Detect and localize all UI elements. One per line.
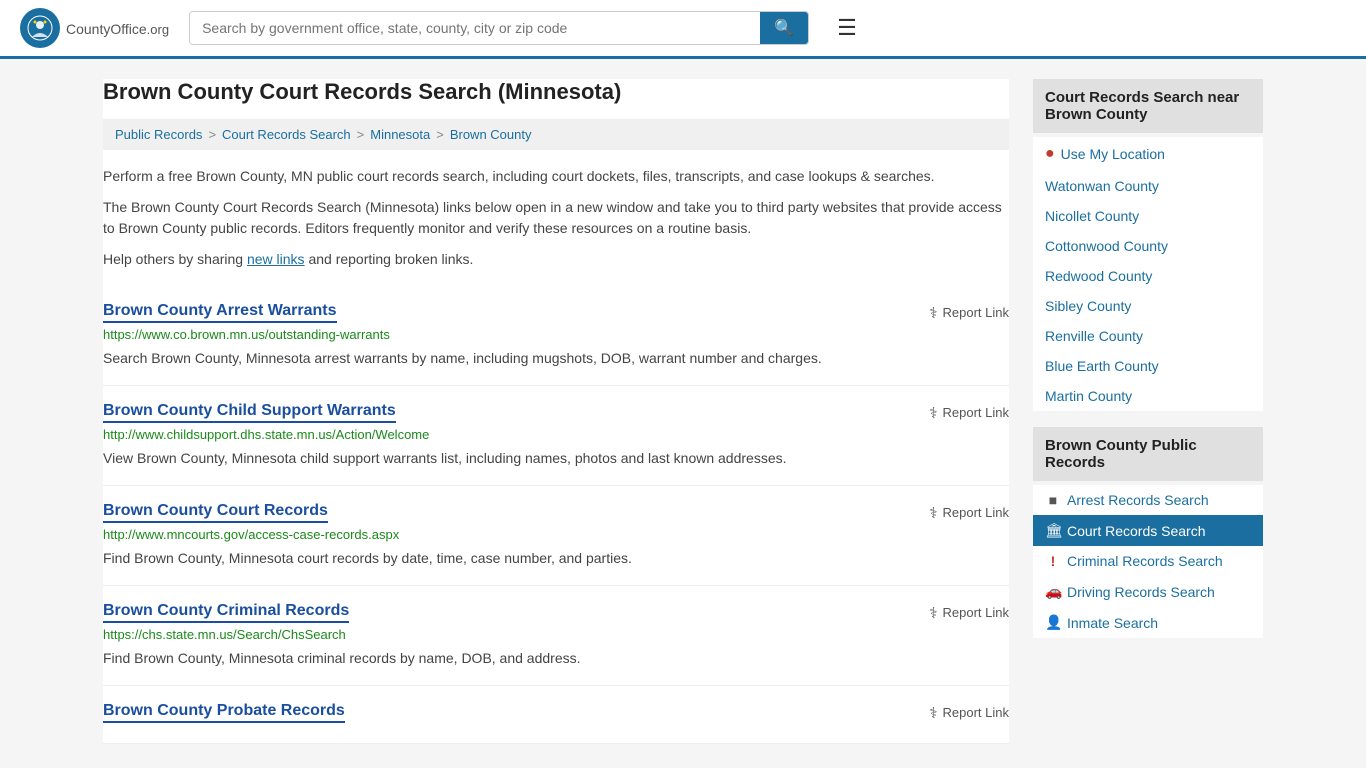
inmate-search-link[interactable]: Inmate Search: [1067, 615, 1158, 631]
sidebar-item-renville[interactable]: Renville County: [1033, 321, 1263, 351]
logo-icon: [20, 8, 60, 48]
page-title: Brown County Court Records Search (Minne…: [103, 79, 1009, 105]
report-link-label: Report Link: [943, 605, 1009, 620]
breadcrumb-brown-county[interactable]: Brown County: [450, 127, 532, 142]
result-title[interactable]: Brown County Arrest Warrants: [103, 302, 337, 323]
hamburger-icon: ☰: [837, 15, 857, 40]
nearby-section: Court Records Search near Brown County ●…: [1033, 79, 1263, 411]
logo[interactable]: CountyOffice.org: [20, 8, 169, 48]
desc3-suffix: and reporting broken links.: [305, 251, 474, 267]
sidebar-item-martin[interactable]: Martin County: [1033, 381, 1263, 411]
results-list: Brown County Arrest Warrants ⚕ Report Li…: [103, 286, 1009, 744]
result-item: Brown County Child Support Warrants ⚕ Re…: [103, 386, 1009, 486]
report-link-button[interactable]: ⚕ Report Link: [929, 704, 1009, 722]
sibley-link[interactable]: Sibley County: [1045, 298, 1131, 314]
report-link-button[interactable]: ⚕ Report Link: [929, 504, 1009, 522]
menu-button[interactable]: ☰: [829, 11, 865, 45]
sidebar-item-nicollet[interactable]: Nicollet County: [1033, 201, 1263, 231]
search-input[interactable]: [190, 12, 760, 44]
report-link-icon: ⚕: [929, 504, 937, 522]
use-my-location-label: Use My Location: [1061, 146, 1165, 162]
watonwan-link[interactable]: Watonwan County: [1045, 178, 1159, 194]
nearby-header: Court Records Search near Brown County: [1033, 79, 1263, 133]
arrest-records-link[interactable]: Arrest Records Search: [1067, 492, 1209, 508]
sidebar-item-arrest-records[interactable]: ■ Arrest Records Search: [1033, 485, 1263, 515]
sidebar-item-driving-records[interactable]: 🚗 Driving Records Search: [1033, 576, 1263, 607]
result-desc: Find Brown County, Minnesota criminal re…: [103, 648, 1009, 669]
report-link-button[interactable]: ⚕ Report Link: [929, 304, 1009, 322]
new-links[interactable]: new links: [247, 251, 305, 267]
sidebar: Court Records Search near Brown County ●…: [1033, 79, 1263, 744]
sidebar-item-sibley[interactable]: Sibley County: [1033, 291, 1263, 321]
description-1: Perform a free Brown County, MN public c…: [103, 166, 1009, 187]
criminal-records-link[interactable]: Criminal Records Search: [1067, 553, 1223, 569]
result-title[interactable]: Brown County Probate Records: [103, 702, 345, 723]
logo-text: CountyOffice.org: [66, 18, 169, 39]
result-title[interactable]: Brown County Court Records: [103, 502, 328, 523]
description-3: Help others by sharing new links and rep…: [103, 249, 1009, 270]
desc3-prefix: Help others by sharing: [103, 251, 247, 267]
blue-earth-link[interactable]: Blue Earth County: [1045, 358, 1159, 374]
description-area: Perform a free Brown County, MN public c…: [103, 166, 1009, 270]
report-link-label: Report Link: [943, 305, 1009, 320]
search-button[interactable]: 🔍: [760, 12, 808, 44]
arrest-records-icon: ■: [1045, 492, 1061, 508]
breadcrumb-court-records[interactable]: Court Records Search: [222, 127, 351, 142]
report-link-icon: ⚕: [929, 604, 937, 622]
result-url: http://www.childsupport.dhs.state.mn.us/…: [103, 427, 1009, 442]
report-link-icon: ⚕: [929, 304, 937, 322]
result-title[interactable]: Brown County Criminal Records: [103, 602, 349, 623]
court-records-label: Court Records Search: [1067, 523, 1206, 539]
martin-link[interactable]: Martin County: [1045, 388, 1132, 404]
result-desc: Find Brown County, Minnesota court recor…: [103, 548, 1009, 569]
sidebar-item-court-records[interactable]: 🏛 Court Records Search: [1033, 515, 1263, 546]
sidebar-item-inmate-search[interactable]: 👤 Inmate Search: [1033, 607, 1263, 638]
result-title[interactable]: Brown County Child Support Warrants: [103, 402, 396, 423]
search-bar: 🔍: [189, 11, 809, 45]
report-link-label: Report Link: [943, 505, 1009, 520]
result-item: Brown County Court Records ⚕ Report Link…: [103, 486, 1009, 586]
report-link-icon: ⚕: [929, 704, 937, 722]
description-2: The Brown County Court Records Search (M…: [103, 197, 1009, 239]
sidebar-item-blue-earth[interactable]: Blue Earth County: [1033, 351, 1263, 381]
breadcrumb-public-records[interactable]: Public Records: [115, 127, 202, 142]
breadcrumb: Public Records > Court Records Search > …: [103, 119, 1009, 150]
breadcrumb-sep-2: >: [357, 127, 365, 142]
report-link-label: Report Link: [943, 405, 1009, 420]
nicollet-link[interactable]: Nicollet County: [1045, 208, 1139, 224]
court-records-icon: 🏛: [1045, 522, 1061, 539]
sidebar-item-redwood[interactable]: Redwood County: [1033, 261, 1263, 291]
sidebar-item-watonwan[interactable]: Watonwan County: [1033, 171, 1263, 201]
location-icon: ●: [1045, 145, 1055, 163]
cottonwood-link[interactable]: Cottonwood County: [1045, 238, 1168, 254]
breadcrumb-minnesota[interactable]: Minnesota: [370, 127, 430, 142]
sidebar-item-cottonwood[interactable]: Cottonwood County: [1033, 231, 1263, 261]
sidebar-item-criminal-records[interactable]: ! Criminal Records Search: [1033, 546, 1263, 576]
report-link-button[interactable]: ⚕ Report Link: [929, 604, 1009, 622]
result-url: http://www.mncourts.gov/access-case-reco…: [103, 527, 1009, 542]
result-desc: View Brown County, Minnesota child suppo…: [103, 448, 1009, 469]
public-records-section: Brown County Public Records ■ Arrest Rec…: [1033, 427, 1263, 638]
breadcrumb-sep-1: >: [208, 127, 216, 142]
result-item: Brown County Probate Records ⚕ Report Li…: [103, 686, 1009, 744]
result-item: Brown County Arrest Warrants ⚕ Report Li…: [103, 286, 1009, 386]
report-link-button[interactable]: ⚕ Report Link: [929, 404, 1009, 422]
use-my-location[interactable]: ● Use My Location: [1033, 137, 1263, 171]
result-item: Brown County Criminal Records ⚕ Report L…: [103, 586, 1009, 686]
renville-link[interactable]: Renville County: [1045, 328, 1143, 344]
inmate-search-icon: 👤: [1045, 614, 1061, 631]
driving-records-link[interactable]: Driving Records Search: [1067, 584, 1215, 600]
result-desc: Search Brown County, Minnesota arrest wa…: [103, 348, 1009, 369]
public-records-header: Brown County Public Records: [1033, 427, 1263, 481]
redwood-link[interactable]: Redwood County: [1045, 268, 1152, 284]
search-icon: 🔍: [774, 20, 794, 37]
breadcrumb-sep-3: >: [436, 127, 444, 142]
result-url: https://www.co.brown.mn.us/outstanding-w…: [103, 327, 1009, 342]
result-url: https://chs.state.mn.us/Search/ChsSearch: [103, 627, 1009, 642]
report-link-icon: ⚕: [929, 404, 937, 422]
criminal-records-icon: !: [1045, 553, 1061, 569]
driving-records-icon: 🚗: [1045, 583, 1061, 600]
report-link-label: Report Link: [943, 705, 1009, 720]
